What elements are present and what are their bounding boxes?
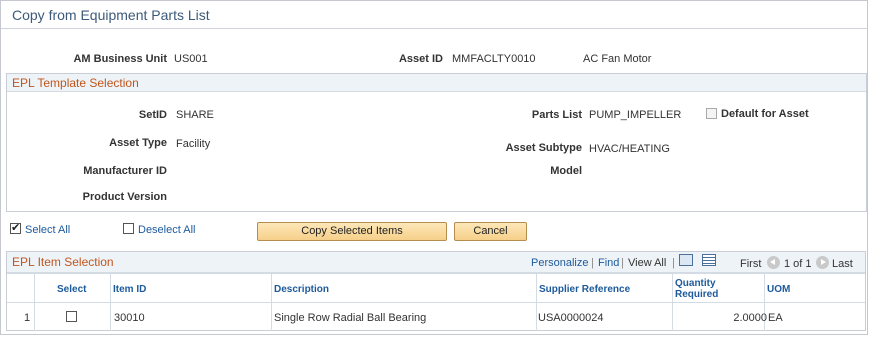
row-select-checkbox[interactable] (66, 311, 77, 322)
first-label: First (740, 258, 762, 270)
next-row-icon[interactable] (816, 256, 829, 269)
toolbar-separator: | (591, 257, 594, 269)
parts-list-label: Parts List (531, 109, 582, 121)
quantity-header-line1: Quantity (675, 278, 716, 289)
asset-type-label: Asset Type (109, 137, 167, 149)
column-header-item-id[interactable]: Item ID (113, 274, 146, 304)
default-for-asset-label: Default for Asset (721, 108, 809, 120)
table-row: 1 30010 Single Row Radial Ball Bearing U… (7, 303, 865, 331)
last-label: Last (832, 258, 853, 270)
quantity-header-line2: Required (675, 289, 719, 300)
grid-column-header: Select Item ID Description Supplier Refe… (7, 273, 865, 303)
column-header-select[interactable]: Select (57, 274, 86, 304)
row-quantity: 2.0000 (733, 312, 767, 324)
toolbar-separator: | (621, 257, 624, 269)
epl-item-grid-header: EPL Item Selection (7, 252, 865, 273)
zoom-grid-icon[interactable] (679, 254, 693, 266)
row-item-id: 30010 (114, 312, 145, 324)
model-label: Model (550, 165, 582, 177)
asset-type-value: Facility (176, 138, 211, 150)
cancel-button[interactable]: Cancel (454, 222, 527, 241)
row-range: 1 of 1 (784, 258, 812, 270)
download-grid-icon[interactable] (702, 254, 716, 266)
row-supplier-reference: USA0000024 (538, 312, 604, 324)
setid-label: SetID (138, 109, 167, 121)
asset-description: AC Fan Motor (583, 53, 652, 65)
business-unit-label: AM Business Unit (73, 53, 167, 65)
epl-template-panel-header: EPL Template Selection (7, 74, 866, 92)
previous-row-icon[interactable] (767, 256, 780, 269)
find-link[interactable]: Find (598, 257, 619, 269)
title-bar: Copy from Equipment Parts List (1, 1, 867, 29)
row-number: 1 (24, 312, 31, 324)
asset-subtype-label: Asset Subtype (505, 142, 582, 154)
personalize-link[interactable]: Personalize (531, 257, 588, 269)
deselect-all-link[interactable]: Deselect All (138, 224, 195, 236)
page-title: Copy from Equipment Parts List (12, 7, 210, 23)
setid-value: SHARE (176, 109, 214, 121)
select-all-link[interactable]: Select All (25, 224, 70, 236)
column-header-description[interactable]: Description (274, 274, 329, 304)
deselect-all-checkbox[interactable] (123, 223, 134, 234)
default-for-asset-checkbox[interactable] (706, 108, 717, 119)
asset-id-label: Asset ID (398, 53, 443, 65)
row-description: Single Row Radial Ball Bearing (274, 312, 427, 324)
copy-epl-window: Copy from Equipment Parts List AM Busine… (0, 0, 868, 335)
asset-subtype-value: HVAC/HEATING (589, 143, 670, 155)
epl-item-grid-title: EPL Item Selection (12, 255, 114, 269)
column-header-uom[interactable]: UOM (767, 274, 790, 304)
business-unit-value: US001 (174, 53, 208, 65)
view-all-link[interactable]: View All (628, 257, 666, 269)
asset-id-value: MMFACLTY0010 (452, 53, 536, 65)
column-header-quantity-required[interactable]: Quantity Required (675, 274, 718, 304)
product-version-label: Product Version (82, 191, 167, 203)
copy-selected-items-button[interactable]: Copy Selected Items (257, 222, 447, 241)
column-header-supplier-reference[interactable]: Supplier Reference (539, 274, 630, 304)
manufacturer-id-label: Manufacturer ID (83, 165, 167, 177)
row-uom: EA (768, 312, 783, 324)
epl-template-title: EPL Template Selection (12, 76, 139, 90)
parts-list-value: PUMP_IMPELLER (589, 109, 682, 121)
select-all-checkbox[interactable] (10, 221, 21, 234)
toolbar-separator: | (672, 257, 675, 269)
